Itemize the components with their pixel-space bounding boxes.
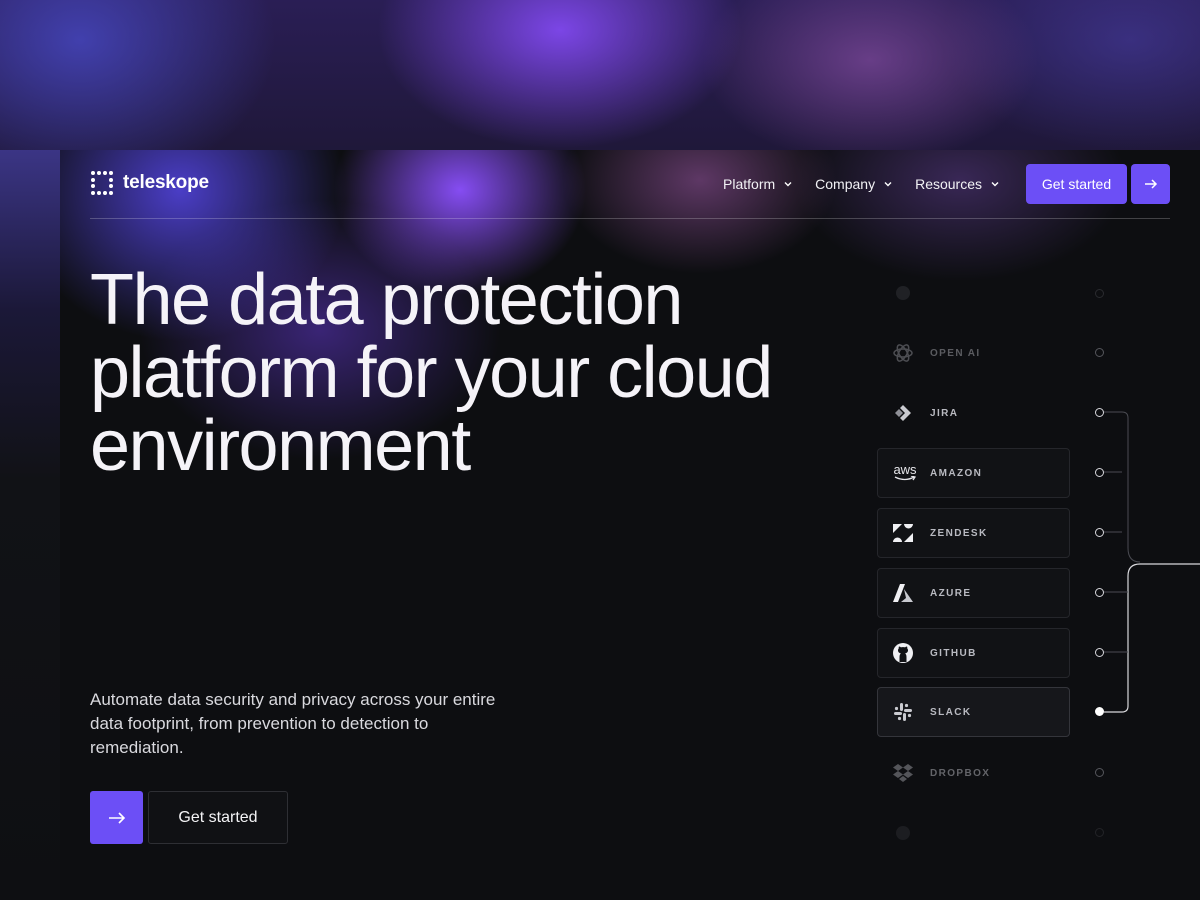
aws-icon-text: aws	[893, 462, 917, 477]
integration-row-slack[interactable]: SLACK	[877, 687, 1070, 737]
openai-icon	[890, 340, 916, 366]
teleskope-logo-icon	[91, 171, 115, 195]
dropbox-icon	[890, 760, 916, 786]
nav-item-label: Platform	[723, 176, 776, 192]
nav-item-company[interactable]: Company	[815, 176, 893, 192]
integration-row[interactable]: GITHUB	[877, 628, 1070, 678]
main-nav: Platform Company Resources	[723, 176, 1000, 192]
integration-label: ZENDESK	[930, 527, 988, 539]
arrow-right-icon	[1144, 179, 1157, 189]
chevron-down-icon	[884, 182, 892, 187]
github-icon	[890, 640, 916, 666]
integration-row[interactable]	[877, 808, 1070, 858]
integration-row[interactable]	[877, 268, 1070, 318]
connection-node	[1095, 768, 1104, 777]
azure-icon	[890, 580, 916, 606]
hero-subtext: Automate data security and privacy acros…	[90, 690, 496, 757]
connection-node	[1095, 648, 1104, 657]
nav-item-label: Resources	[915, 176, 982, 192]
integration-label: AZURE	[930, 587, 972, 599]
integration-row[interactable]: ZENDESK	[877, 508, 1070, 558]
connection-node	[1095, 528, 1104, 537]
nav-arrow-button[interactable]	[1131, 164, 1170, 204]
nav-item-platform[interactable]: Platform	[723, 176, 793, 192]
connection-node	[1095, 408, 1104, 417]
integration-label: SLACK	[930, 706, 972, 718]
integration-row[interactable]: DROPBOX	[877, 748, 1070, 798]
integration-row[interactable]: OPEN AI	[877, 328, 1070, 378]
integration-row[interactable]: JIRA	[877, 388, 1070, 438]
slack-icon	[890, 699, 916, 725]
zendesk-icon	[890, 520, 916, 546]
integration-label: AMAZON	[930, 467, 983, 479]
brand-name: teleskope	[123, 172, 209, 193]
backdrop-left-edge	[0, 150, 60, 900]
chevron-down-icon	[784, 182, 792, 187]
integration-label: DROPBOX	[930, 767, 991, 779]
brand-logo[interactable]: teleskope	[91, 171, 209, 195]
connection-node	[1095, 348, 1104, 357]
nav-divider	[90, 218, 1170, 219]
integration-label: GITHUB	[930, 647, 977, 659]
generic-icon	[890, 280, 916, 306]
aws-icon: aws	[890, 460, 920, 486]
integration-label: OPEN AI	[930, 347, 981, 359]
nav-item-label: Company	[815, 176, 876, 192]
get-started-button[interactable]: Get started	[1026, 164, 1127, 204]
connection-node	[1095, 289, 1104, 298]
connection-node	[1095, 828, 1104, 837]
integration-label: JIRA	[930, 407, 959, 419]
hero-headline: The data protection platform for your cl…	[90, 260, 773, 486]
jira-icon	[890, 400, 916, 426]
connection-node	[1095, 588, 1104, 597]
integration-row[interactable]: AZURE	[877, 568, 1070, 618]
chevron-down-icon	[991, 182, 999, 187]
hero-get-started-button[interactable]: Get started	[148, 791, 288, 844]
hero-arrow-button[interactable]	[90, 791, 143, 844]
connection-node-active	[1095, 707, 1104, 716]
generic-icon	[890, 820, 916, 846]
connection-node	[1095, 468, 1104, 477]
nav-item-resources[interactable]: Resources	[915, 176, 1000, 192]
arrow-right-icon	[108, 811, 125, 824]
integration-row[interactable]: aws AMAZON	[877, 448, 1070, 498]
